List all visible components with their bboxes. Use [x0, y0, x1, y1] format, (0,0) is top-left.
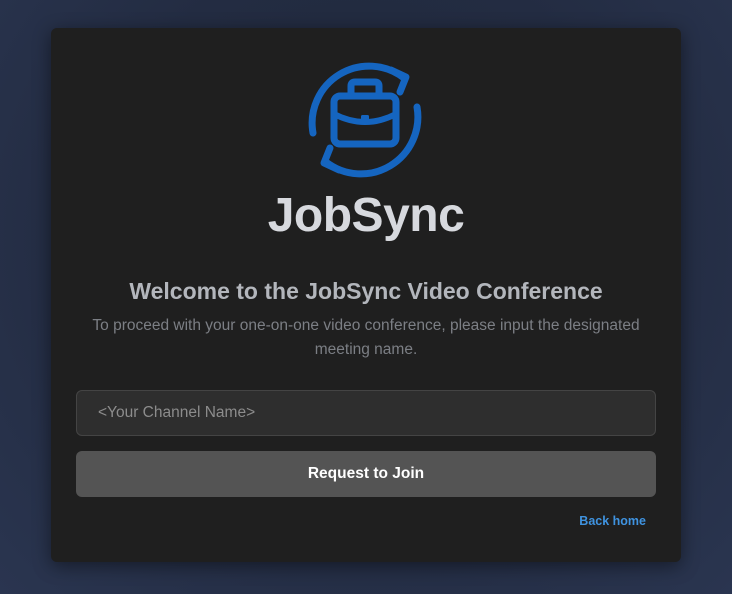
- back-home-link[interactable]: Back home: [579, 514, 646, 528]
- page-subtitle: To proceed with your one-on-one video co…: [92, 317, 640, 358]
- join-card: JobSync Welcome to the JobSync Video Con…: [51, 28, 681, 562]
- request-to-join-button[interactable]: Request to Join: [76, 451, 656, 497]
- brand-name: JobSync: [267, 189, 465, 242]
- channel-name-input[interactable]: [76, 390, 656, 436]
- briefcase-sync-icon: [308, 62, 422, 178]
- page-title: Welcome to the JobSync Video Conference: [129, 278, 603, 304]
